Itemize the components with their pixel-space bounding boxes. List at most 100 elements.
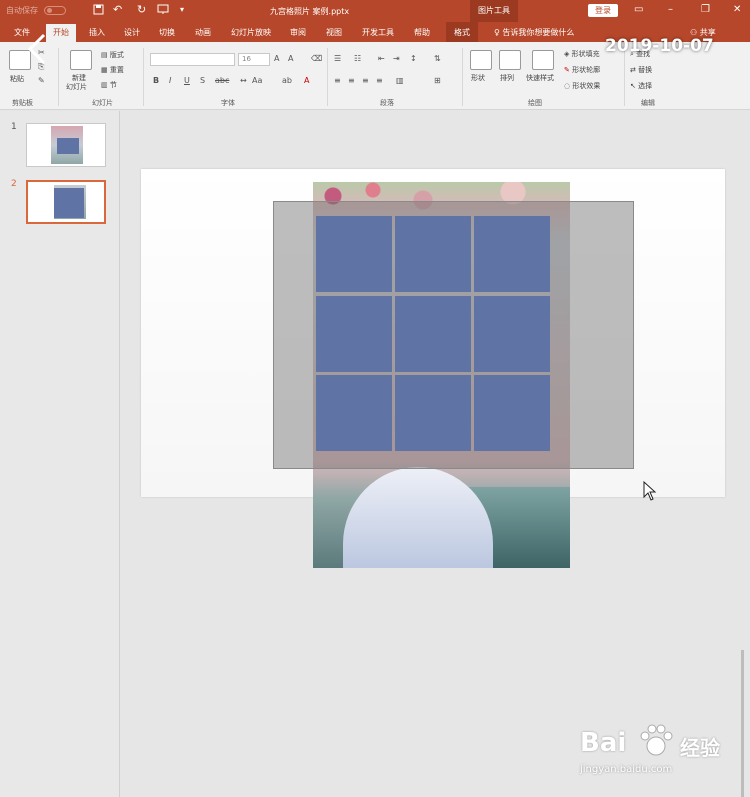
align-left-icon[interactable]: ≡: [334, 76, 341, 85]
select-button[interactable]: ↖ 选择: [630, 81, 652, 91]
tab-format[interactable]: 格式: [446, 22, 478, 42]
minimize-icon[interactable]: –: [668, 4, 673, 15]
start-slideshow-icon[interactable]: [157, 4, 169, 18]
ribbon-display-options-icon[interactable]: ▭: [634, 4, 643, 15]
italic-icon[interactable]: I: [169, 76, 171, 85]
new-slide-label-bottom[interactable]: 幻灯片: [66, 82, 87, 92]
select-icon: ↖: [630, 82, 636, 90]
tab-insert[interactable]: 插入: [89, 27, 105, 38]
paragraph-group-label: 段落: [380, 99, 394, 107]
bold-icon[interactable]: B: [153, 76, 159, 85]
separator: [143, 48, 144, 106]
customize-qat-icon[interactable]: ▾: [180, 4, 184, 16]
tab-review[interactable]: 审阅: [290, 27, 306, 38]
grid-cell[interactable]: [395, 296, 471, 372]
new-slide-icon[interactable]: [70, 50, 92, 70]
pen-icon: ✎: [564, 66, 570, 74]
paste-button[interactable]: 粘贴: [10, 74, 24, 84]
login-button[interactable]: 登录: [588, 4, 618, 17]
back-arrow-icon[interactable]: [24, 32, 50, 70]
align-right-icon[interactable]: ≡: [362, 76, 369, 85]
reset-button[interactable]: ▦ 重置: [101, 65, 124, 75]
grid-cell[interactable]: [474, 296, 550, 372]
grid-cell[interactable]: [316, 216, 392, 292]
increase-font-icon[interactable]: A: [274, 54, 279, 63]
underline-icon[interactable]: U: [184, 76, 190, 85]
justify-icon[interactable]: ≡: [376, 76, 383, 85]
layout-label: 版式: [109, 51, 124, 59]
text-direction-icon[interactable]: ⇅: [434, 54, 441, 63]
columns-icon[interactable]: ▥: [396, 76, 404, 85]
slide-thumbnail-2[interactable]: [26, 180, 106, 224]
tell-me-label: 告诉我你想要做什么: [502, 28, 575, 37]
tab-help[interactable]: 帮助: [414, 27, 430, 38]
mouse-pointer-icon: [643, 480, 657, 505]
picture-tools-label: 图片工具: [470, 0, 518, 22]
tab-view[interactable]: 视图: [326, 27, 342, 38]
quick-styles-icon[interactable]: [532, 50, 554, 70]
thumbnail-grid: [57, 138, 79, 154]
tab-developer[interactable]: 开发工具: [362, 27, 394, 38]
format-painter-icon[interactable]: ✎: [38, 76, 45, 85]
char-spacing-icon[interactable]: ↔: [240, 76, 247, 85]
arrange-button[interactable]: 排列: [500, 73, 514, 83]
highlight-icon[interactable]: ab: [282, 76, 292, 85]
save-icon[interactable]: [93, 4, 104, 18]
font-color-icon[interactable]: A: [304, 76, 309, 85]
font-size-value: 16: [242, 55, 251, 63]
grid-cell[interactable]: [395, 375, 471, 451]
clear-format-icon[interactable]: ⌫: [311, 54, 322, 63]
grid-cell[interactable]: [395, 216, 471, 292]
decrease-indent-icon[interactable]: ⇤: [378, 54, 385, 63]
quick-styles-button[interactable]: 快速样式: [526, 73, 554, 83]
grid-cell[interactable]: [316, 375, 392, 451]
font-size-combo[interactable]: 16: [238, 53, 270, 66]
grid-cell[interactable]: [474, 375, 550, 451]
strikethrough-icon[interactable]: abc: [215, 76, 229, 85]
shape-fill-button[interactable]: ◈ 形状填充: [564, 49, 600, 59]
separator: [462, 48, 463, 106]
separator: [624, 48, 625, 106]
arrange-icon[interactable]: [499, 50, 521, 70]
grid-cell[interactable]: [474, 216, 550, 292]
restore-icon[interactable]: ❐: [701, 4, 710, 15]
select-label: 选择: [638, 82, 653, 90]
smartart-icon[interactable]: ⊞: [434, 76, 441, 85]
increase-indent-icon[interactable]: ⇥: [393, 54, 400, 63]
drawing-group-label: 绘图: [528, 99, 542, 107]
shapes-icon[interactable]: [470, 50, 492, 70]
autosave-toggle[interactable]: 自动保存: [6, 5, 66, 16]
autosave-switch[interactable]: [43, 6, 66, 15]
replace-button[interactable]: ⇄ 替换: [630, 65, 652, 75]
tab-design[interactable]: 设计: [124, 27, 140, 38]
change-case-icon[interactable]: Aa: [252, 76, 262, 85]
section-button[interactable]: ▥ 节: [101, 80, 117, 90]
undo-icon[interactable]: ↶: [113, 4, 122, 16]
close-icon[interactable]: ✕: [733, 4, 741, 15]
layout-button[interactable]: ▤ 版式: [101, 50, 124, 60]
shapes-button[interactable]: 形状: [471, 73, 485, 83]
slides-group-label: 幻灯片: [92, 99, 113, 107]
shape-effects-button[interactable]: ◌ 形状效果: [564, 81, 600, 91]
grid-cell[interactable]: [316, 296, 392, 372]
font-name-combo[interactable]: [150, 53, 235, 66]
tab-transitions[interactable]: 切换: [159, 27, 175, 38]
decrease-font-icon[interactable]: A: [288, 54, 293, 63]
document-title: 九宫格照片 案例.pptx: [270, 7, 350, 16]
reset-icon: ▦: [101, 66, 108, 74]
watermark-brand: Bai: [580, 728, 627, 758]
vertical-scrollbar[interactable]: [741, 650, 744, 797]
numbering-icon[interactable]: ☷: [354, 54, 361, 63]
slide-thumbnail-1[interactable]: [26, 123, 106, 167]
line-spacing-icon[interactable]: ↕: [410, 54, 417, 63]
shape-outline-button[interactable]: ✎ 形状轮廓: [564, 65, 600, 75]
date-stamp: 2019-10-07: [605, 36, 714, 56]
align-center-icon[interactable]: ≡: [348, 76, 355, 85]
tab-slideshow[interactable]: 幻灯片放映: [231, 27, 271, 38]
tab-animations[interactable]: 动画: [195, 27, 211, 38]
tab-home[interactable]: 开始: [46, 24, 76, 42]
shadow-icon[interactable]: S: [200, 76, 205, 85]
tell-me-search[interactable]: ♀ 告诉我你想要做什么: [494, 27, 574, 38]
redo-icon[interactable]: ↻: [137, 4, 146, 16]
bullets-icon[interactable]: ☰: [334, 54, 341, 63]
